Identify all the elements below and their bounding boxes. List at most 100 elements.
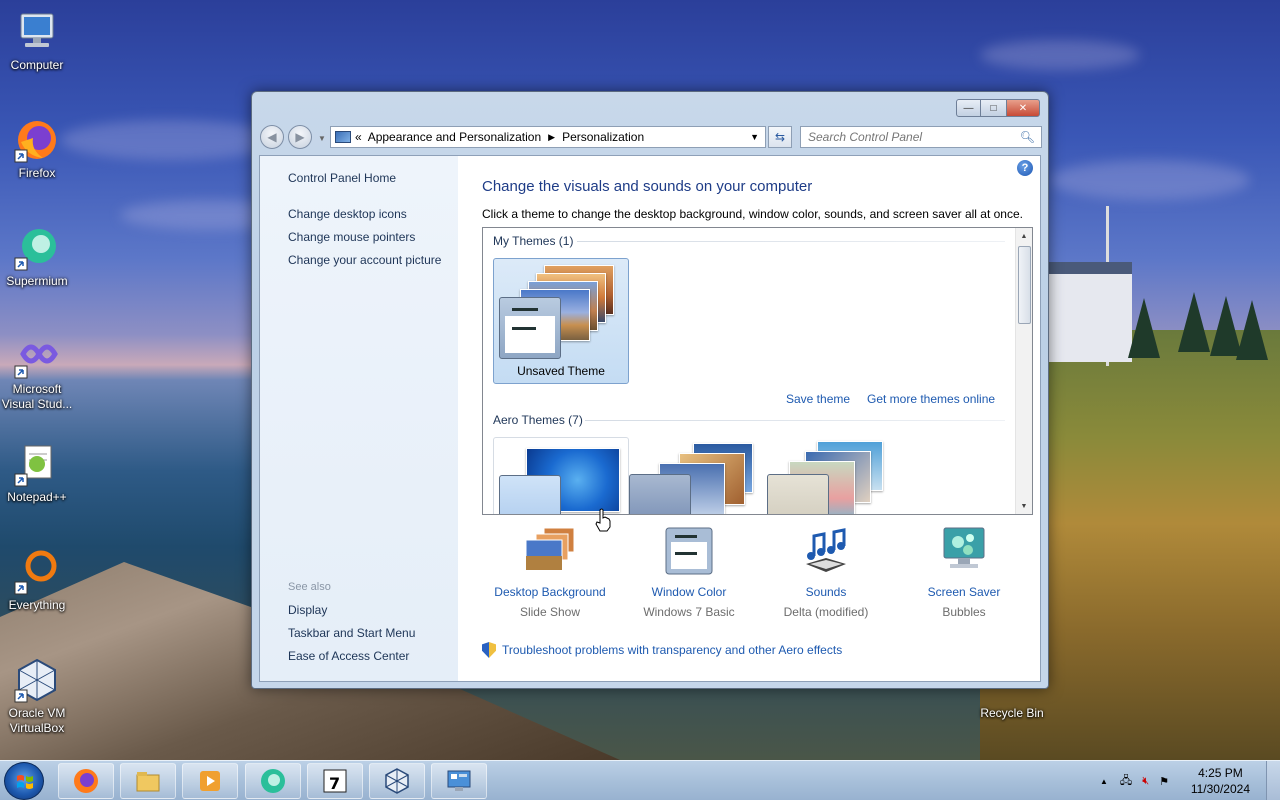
sounds-setting[interactable]: Sounds Delta (modified) <box>756 526 896 619</box>
screen-saver-icon <box>943 527 985 568</box>
address-dropdown-icon[interactable]: ▼ <box>750 132 759 142</box>
taskbar-media-player[interactable] <box>182 763 238 799</box>
back-button[interactable]: ◀ <box>260 125 284 149</box>
breadcrumb-appearance[interactable]: Appearance and Personalization <box>368 130 541 144</box>
change-mouse-pointers-link[interactable]: Change mouse pointers <box>288 230 415 244</box>
visual-studio-icon <box>14 344 58 379</box>
recent-pages-dropdown-icon[interactable]: ▼ <box>318 134 326 143</box>
themes-list[interactable]: My Themes (1) Unsaved Theme Save theme G… <box>482 227 1033 515</box>
group-divider <box>585 420 1005 421</box>
troubleshoot-text[interactable]: Troubleshoot problems with transparency … <box>502 643 842 657</box>
window-color-value: Windows 7 Basic <box>643 605 735 619</box>
address-bar[interactable]: « Appearance and Personalization ▶ Perso… <box>330 126 766 148</box>
see-also-label: See also <box>288 581 331 593</box>
sounds-value: Delta (modified) <box>783 605 869 619</box>
taskbar-start-menu-link[interactable]: Taskbar and Start Menu <box>288 626 415 640</box>
desktop-icon-visual-studio[interactable]: Microsoft Visual Stud... <box>0 332 74 412</box>
volume-muted-icon[interactable]: 🔇︎ <box>1142 775 1149 788</box>
virtualbox-icon <box>14 658 56 703</box>
window-color-thumbnail <box>499 297 561 359</box>
maximize-button[interactable]: □ <box>981 99 1006 117</box>
theme-characters[interactable] <box>765 437 901 514</box>
desktop-icon-firefox[interactable]: Firefox <box>0 116 74 181</box>
get-more-themes-link[interactable]: Get more themes online <box>867 392 995 406</box>
taskbar-7zip[interactable]: 7 <box>307 763 363 799</box>
refresh-icon: ⇆ <box>774 130 786 144</box>
forward-button[interactable]: ▶ <box>288 125 312 149</box>
screen-saver-setting[interactable]: Screen Saver Bubbles <box>894 526 1034 619</box>
troubleshoot-link[interactable]: Troubleshoot problems with transparency … <box>482 642 842 658</box>
change-account-picture-link[interactable]: Change your account picture <box>288 253 441 267</box>
taskbar-firefox[interactable] <box>58 763 114 799</box>
wallpaper-house <box>1048 262 1132 362</box>
taskbar-virtualbox[interactable] <box>369 763 425 799</box>
window-color-icon <box>665 527 713 575</box>
scroll-thumb[interactable] <box>1018 246 1031 324</box>
breadcrumb-separator-icon[interactable]: ▶ <box>548 132 555 143</box>
change-desktop-icons-link[interactable]: Change desktop icons <box>288 207 407 221</box>
my-themes-header: My Themes (1) <box>493 234 574 248</box>
page-title: Change the visuals and sounds on your co… <box>482 178 813 195</box>
desktop-icon-supermium[interactable]: Supermium <box>0 224 74 289</box>
group-divider <box>577 241 1005 242</box>
network-icon[interactable]: 🖧︎ <box>1120 772 1132 791</box>
refresh-button[interactable]: ⇆ <box>768 126 792 148</box>
taskbar-supermium[interactable] <box>245 763 301 799</box>
action-center-flag-icon[interactable]: ⚑ <box>1159 775 1169 788</box>
shield-icon <box>482 642 496 658</box>
desktop-icon-computer[interactable]: Computer <box>0 8 74 73</box>
desktop-icon-virtualbox[interactable]: Oracle VM VirtualBox <box>0 656 74 736</box>
themes-scrollbar[interactable]: ▲ ▼ <box>1015 228 1032 514</box>
address-overflow[interactable]: « <box>355 130 362 144</box>
notepadpp-icon <box>14 445 52 487</box>
window-color-setting[interactable]: Window Color Windows 7 Basic <box>619 526 759 619</box>
show-desktop-button[interactable] <box>1266 761 1280 800</box>
display-link[interactable]: Display <box>288 603 327 617</box>
system-tray: ▲ 🖧︎ 🔇︎ ⚑ <box>1100 761 1169 800</box>
firefox-icon <box>74 769 98 793</box>
help-icon[interactable]: ? <box>1017 160 1033 176</box>
hand-cursor-icon <box>595 508 611 532</box>
sounds-icon <box>806 528 846 572</box>
personalization-window: — □ ✕ ◀ ▶ ▼ « Appearance and Personaliza… <box>251 91 1049 689</box>
taskbar-file-explorer[interactable] <box>120 763 176 799</box>
back-arrow-icon: ◀ <box>267 130 277 144</box>
desktop-background-icon <box>525 527 575 571</box>
desktop-background-link[interactable]: Desktop Background <box>480 585 620 599</box>
desktop-icon-everything[interactable]: Everything <box>0 548 74 613</box>
page-description: Click a theme to change the desktop back… <box>482 207 1023 221</box>
breadcrumb-personalization[interactable]: Personalization <box>562 130 644 144</box>
search-icon[interactable]: 🔍︎ <box>1020 130 1035 144</box>
show-hidden-icons[interactable]: ▲ <box>1100 777 1108 786</box>
folder-icon <box>136 772 160 792</box>
close-button[interactable]: ✕ <box>1006 99 1040 117</box>
7zip-icon: 7 <box>323 769 347 793</box>
forward-arrow-icon: ▶ <box>295 130 305 144</box>
ease-of-access-link[interactable]: Ease of Access Center <box>288 649 409 663</box>
theme-windows-7[interactable] <box>493 437 629 514</box>
desktop-background-setting[interactable]: Desktop Background Slide Show <box>480 526 620 619</box>
taskbar-control-panel[interactable] <box>431 763 487 799</box>
scroll-down-icon[interactable]: ▼ <box>1016 498 1032 514</box>
desktop-icon-recycle-bin[interactable]: Recycle Bin <box>975 706 1049 721</box>
search-input[interactable]: Search Control Panel 🔍︎ <box>800 126 1042 148</box>
desktop-background-value: Slide Show <box>519 605 581 619</box>
theme-unsaved[interactable]: Unsaved Theme <box>493 258 629 384</box>
everything-icon <box>14 550 57 595</box>
theme-architecture[interactable] <box>629 437 765 514</box>
clock-time: 4:25 PM <box>1198 766 1243 780</box>
control-panel-home-link[interactable]: Control Panel Home <box>288 171 396 185</box>
scroll-up-icon[interactable]: ▲ <box>1016 228 1032 244</box>
desktop-icon-notepadpp[interactable]: Notepad++ <box>0 440 74 505</box>
theme-label: Unsaved Theme <box>517 364 605 378</box>
clock[interactable]: 4:25 PM 11/30/2024 <box>1191 765 1250 797</box>
start-button[interactable] <box>4 762 44 800</box>
minimize-button[interactable]: — <box>956 99 981 117</box>
sounds-link[interactable]: Sounds <box>756 585 896 599</box>
supermium-icon <box>14 229 56 271</box>
save-theme-link[interactable]: Save theme <box>786 392 850 406</box>
window-color-link[interactable]: Window Color <box>619 585 759 599</box>
search-placeholder: Search Control Panel <box>808 130 923 144</box>
virtualbox-icon <box>385 768 409 794</box>
screen-saver-link[interactable]: Screen Saver <box>894 585 1034 599</box>
